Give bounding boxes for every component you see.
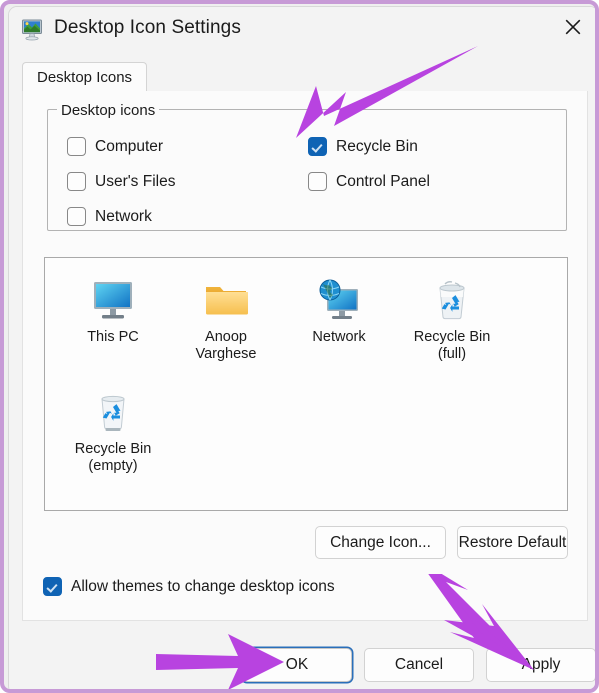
screenshot-frame: Desktop Icon Settings Desktop Icons Desk… [0,0,599,693]
tab-strip: Desktop Icons [22,62,588,92]
preview-label-user-folder-2: Varghese [195,346,257,362]
recycle-bin-full-icon [439,281,465,320]
preview-item-network[interactable]: Network [281,276,397,346]
change-icon-button[interactable]: Change Icon... [315,526,446,559]
recycle-bin-empty-icon [101,395,125,431]
cancel-button[interactable]: Cancel [364,648,474,682]
checkbox-row-allow-themes[interactable]: Allow themes to change desktop icons [43,577,335,596]
checkbox-label-network: Network [95,207,152,225]
checkbox-label-users-files: User's Files [95,172,176,190]
close-x-glyph [565,19,581,35]
checkbox-recycle-bin[interactable] [308,137,327,156]
folder-icon [206,287,248,315]
tab-page-desktop-icons: Desktop icons Computer User's Files Netw… [22,91,588,621]
checkbox-label-control-panel: Control Panel [336,172,430,190]
ok-button[interactable]: OK [242,648,352,682]
preview-label-recycle-bin-empty-2: (empty) [88,458,138,474]
preview-label-network: Network [312,329,366,345]
checkbox-network[interactable] [67,207,86,226]
desktop-monitor-icon [22,19,42,41]
checkbox-row-computer[interactable]: Computer [67,137,163,156]
icon-preview-panel: This PC Anoop Varghese Network Recycle B… [44,257,568,511]
apply-button[interactable]: Apply [486,648,595,682]
close-icon[interactable] [550,7,595,47]
desktop-icon-settings-dialog: Desktop Icon Settings Desktop Icons Desk… [8,6,595,689]
preview-label-this-pc: This PC [87,329,139,345]
preview-label-user-folder: Anoop [205,329,247,345]
preview-item-recycle-bin-full[interactable]: Recycle Bin (full) [394,276,510,363]
checkbox-row-recycle-bin[interactable]: Recycle Bin [308,137,418,156]
checkbox-row-control-panel[interactable]: Control Panel [308,172,430,191]
preview-item-user-folder[interactable]: Anoop Varghese [168,276,284,363]
preview-item-recycle-bin-empty[interactable]: Recycle Bin (empty) [55,388,171,475]
window-title: Desktop Icon Settings [54,17,241,38]
checkbox-allow-themes[interactable] [43,577,62,596]
preview-label-recycle-bin-empty: Recycle Bin [74,441,152,457]
title-bar: Desktop Icon Settings [9,7,595,54]
checkbox-row-network[interactable]: Network [67,207,152,226]
monitor-icon [94,282,132,319]
tab-desktop-icons[interactable]: Desktop Icons [22,62,148,92]
checkbox-computer[interactable] [67,137,86,156]
preview-item-this-pc[interactable]: This PC [55,276,171,346]
groupbox-legend: Desktop icons [57,102,160,119]
restore-default-button[interactable]: Restore Default [457,526,568,559]
checkbox-label-recycle-bin: Recycle Bin [336,137,418,155]
checkbox-users-files[interactable] [67,172,86,191]
checkbox-control-panel[interactable] [308,172,327,191]
checkbox-label-allow-themes: Allow themes to change desktop icons [71,577,335,595]
checkbox-row-users-files[interactable]: User's Files [67,172,175,191]
checkbox-label-computer: Computer [95,137,164,155]
network-globe-icon [319,279,358,319]
preview-label-recycle-bin-full: Recycle Bin [413,329,491,345]
preview-label-recycle-bin-full-2: (full) [437,346,467,362]
